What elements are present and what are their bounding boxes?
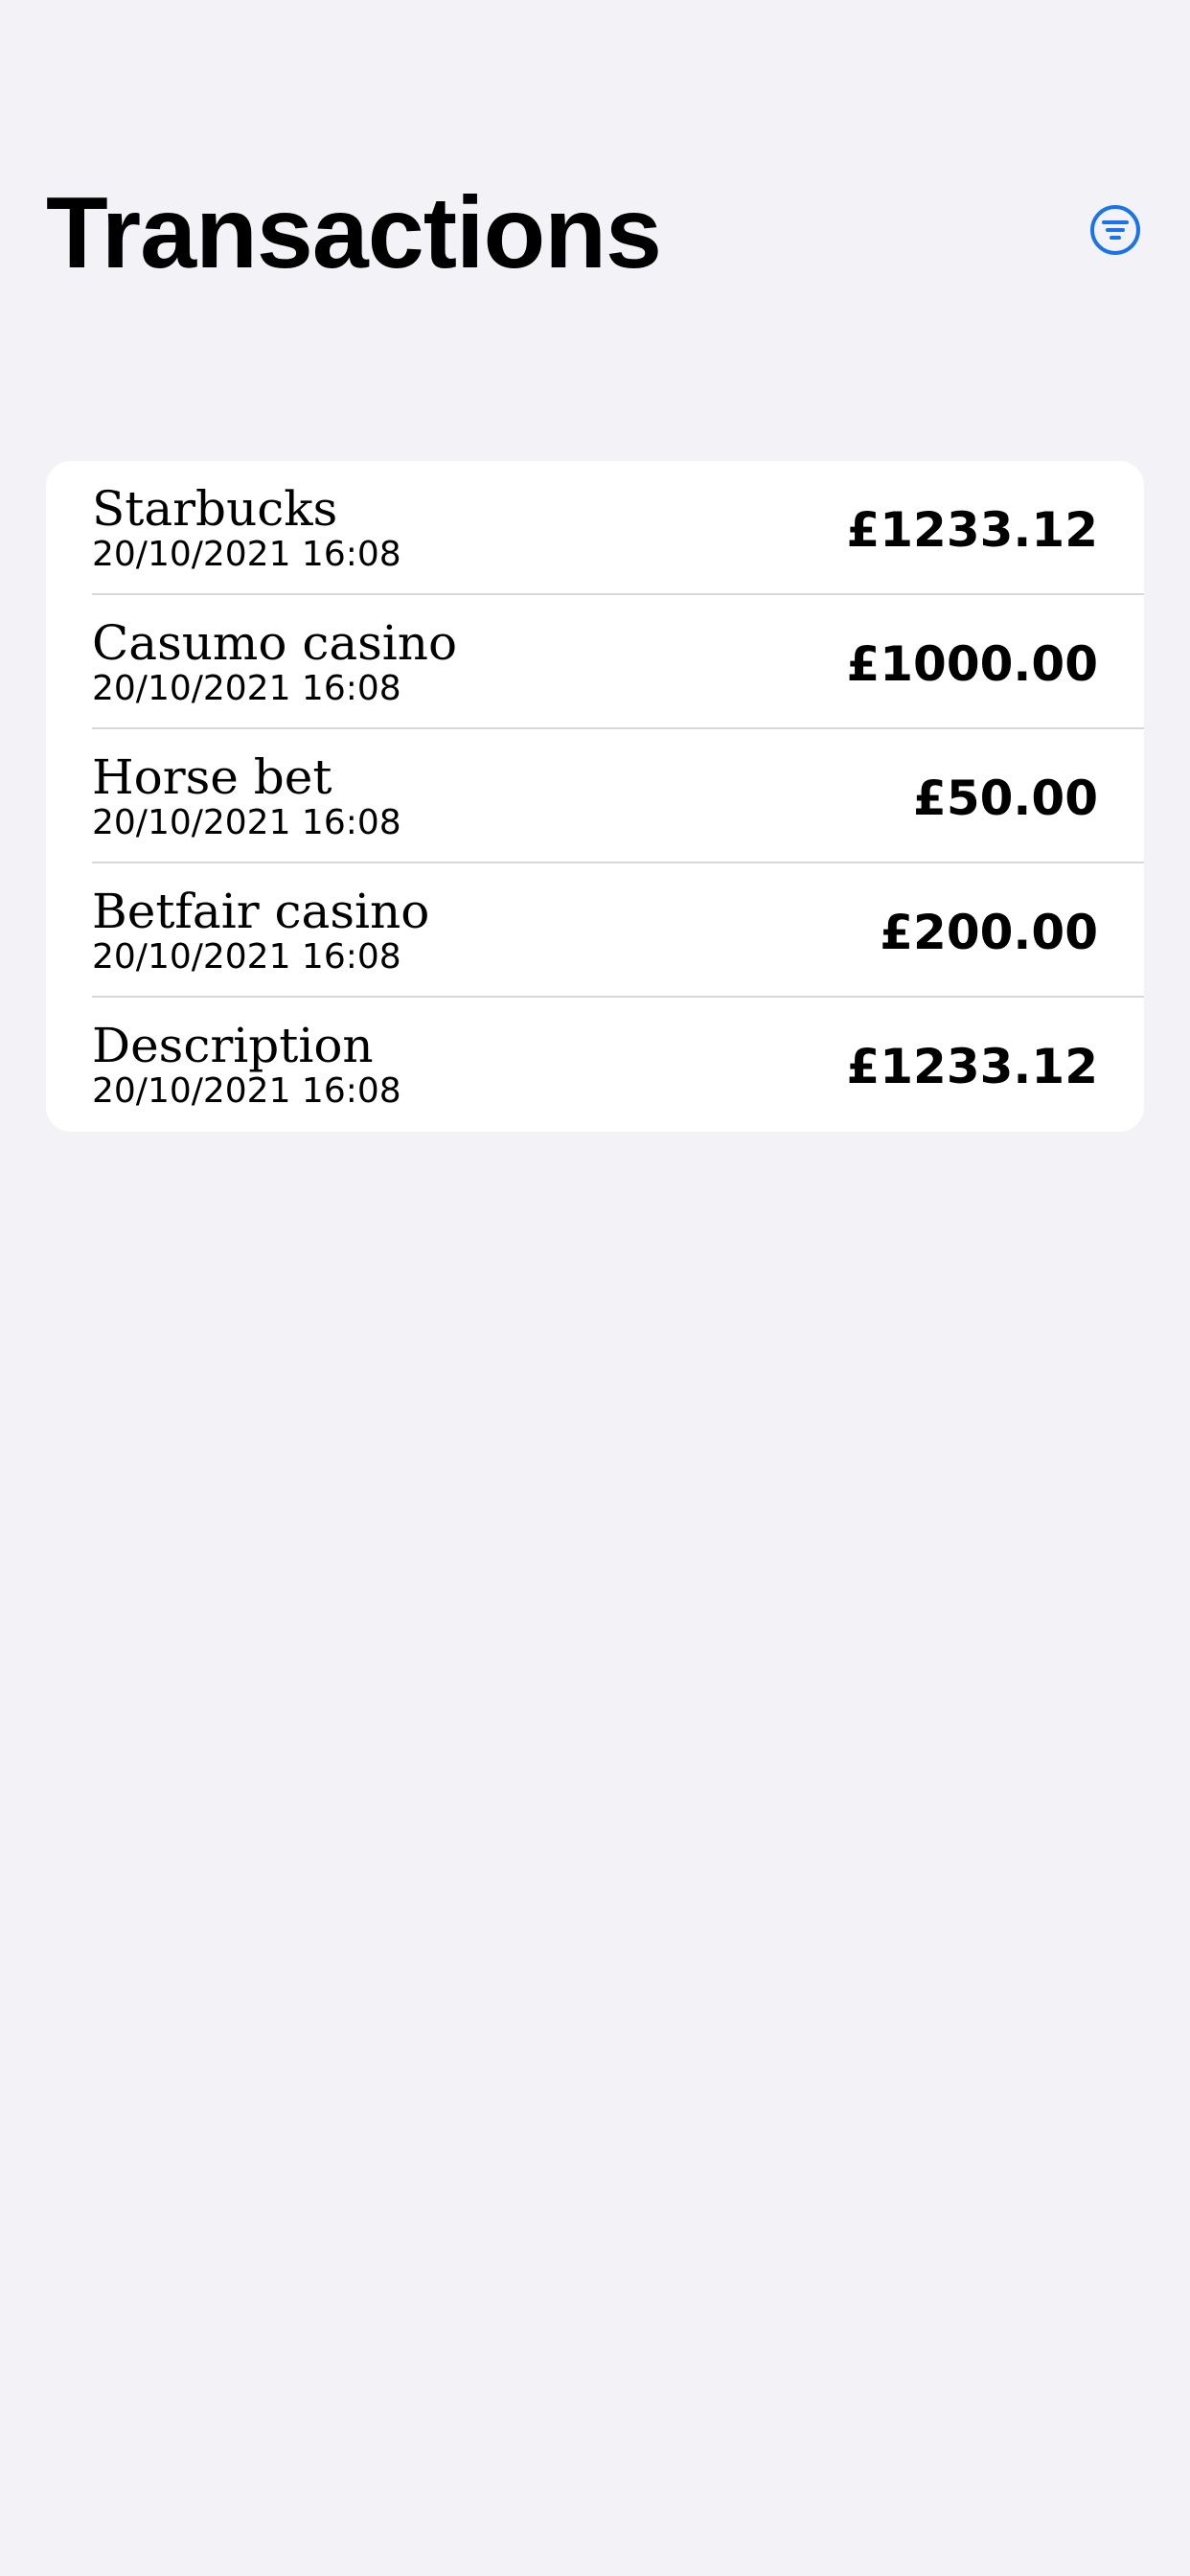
- filter-button[interactable]: [1087, 202, 1143, 258]
- transaction-row[interactable]: Casumo casino 20/10/2021 16:08 £1000.00: [46, 595, 1144, 729]
- transaction-description: Casumo casino: [92, 615, 458, 671]
- transaction-amount: £50.00: [913, 770, 1098, 826]
- transaction-row[interactable]: Horse bet 20/10/2021 16:08 £50.00: [46, 729, 1144, 863]
- transaction-amount: £1000.00: [846, 636, 1098, 692]
- transaction-date: 20/10/2021 16:08: [92, 937, 401, 977]
- page-title: Transactions: [46, 176, 662, 289]
- transaction-amount: £1233.12: [846, 502, 1098, 558]
- transaction-description: Betfair casino: [92, 884, 430, 939]
- transaction-row[interactable]: Description 20/10/2021 16:08 £1233.12: [46, 998, 1144, 1132]
- transactions-list: Starbucks 20/10/2021 16:08 £1233.12 Casu…: [46, 461, 1144, 1132]
- transaction-date: 20/10/2021 16:08: [92, 535, 401, 574]
- transaction-date: 20/10/2021 16:08: [92, 1071, 401, 1111]
- transaction-date: 20/10/2021 16:08: [92, 669, 401, 708]
- transaction-description: Description: [92, 1018, 374, 1073]
- filter-icon: [1090, 205, 1140, 255]
- transaction-description: Horse bet: [92, 749, 332, 805]
- transaction-date: 20/10/2021 16:08: [92, 803, 401, 842]
- transaction-row[interactable]: Betfair casino 20/10/2021 16:08 £200.00: [46, 863, 1144, 998]
- transaction-amount: £200.00: [880, 905, 1098, 960]
- transaction-description: Starbucks: [92, 481, 338, 537]
- transaction-amount: £1233.12: [846, 1039, 1098, 1094]
- transaction-row[interactable]: Starbucks 20/10/2021 16:08 £1233.12: [46, 461, 1144, 595]
